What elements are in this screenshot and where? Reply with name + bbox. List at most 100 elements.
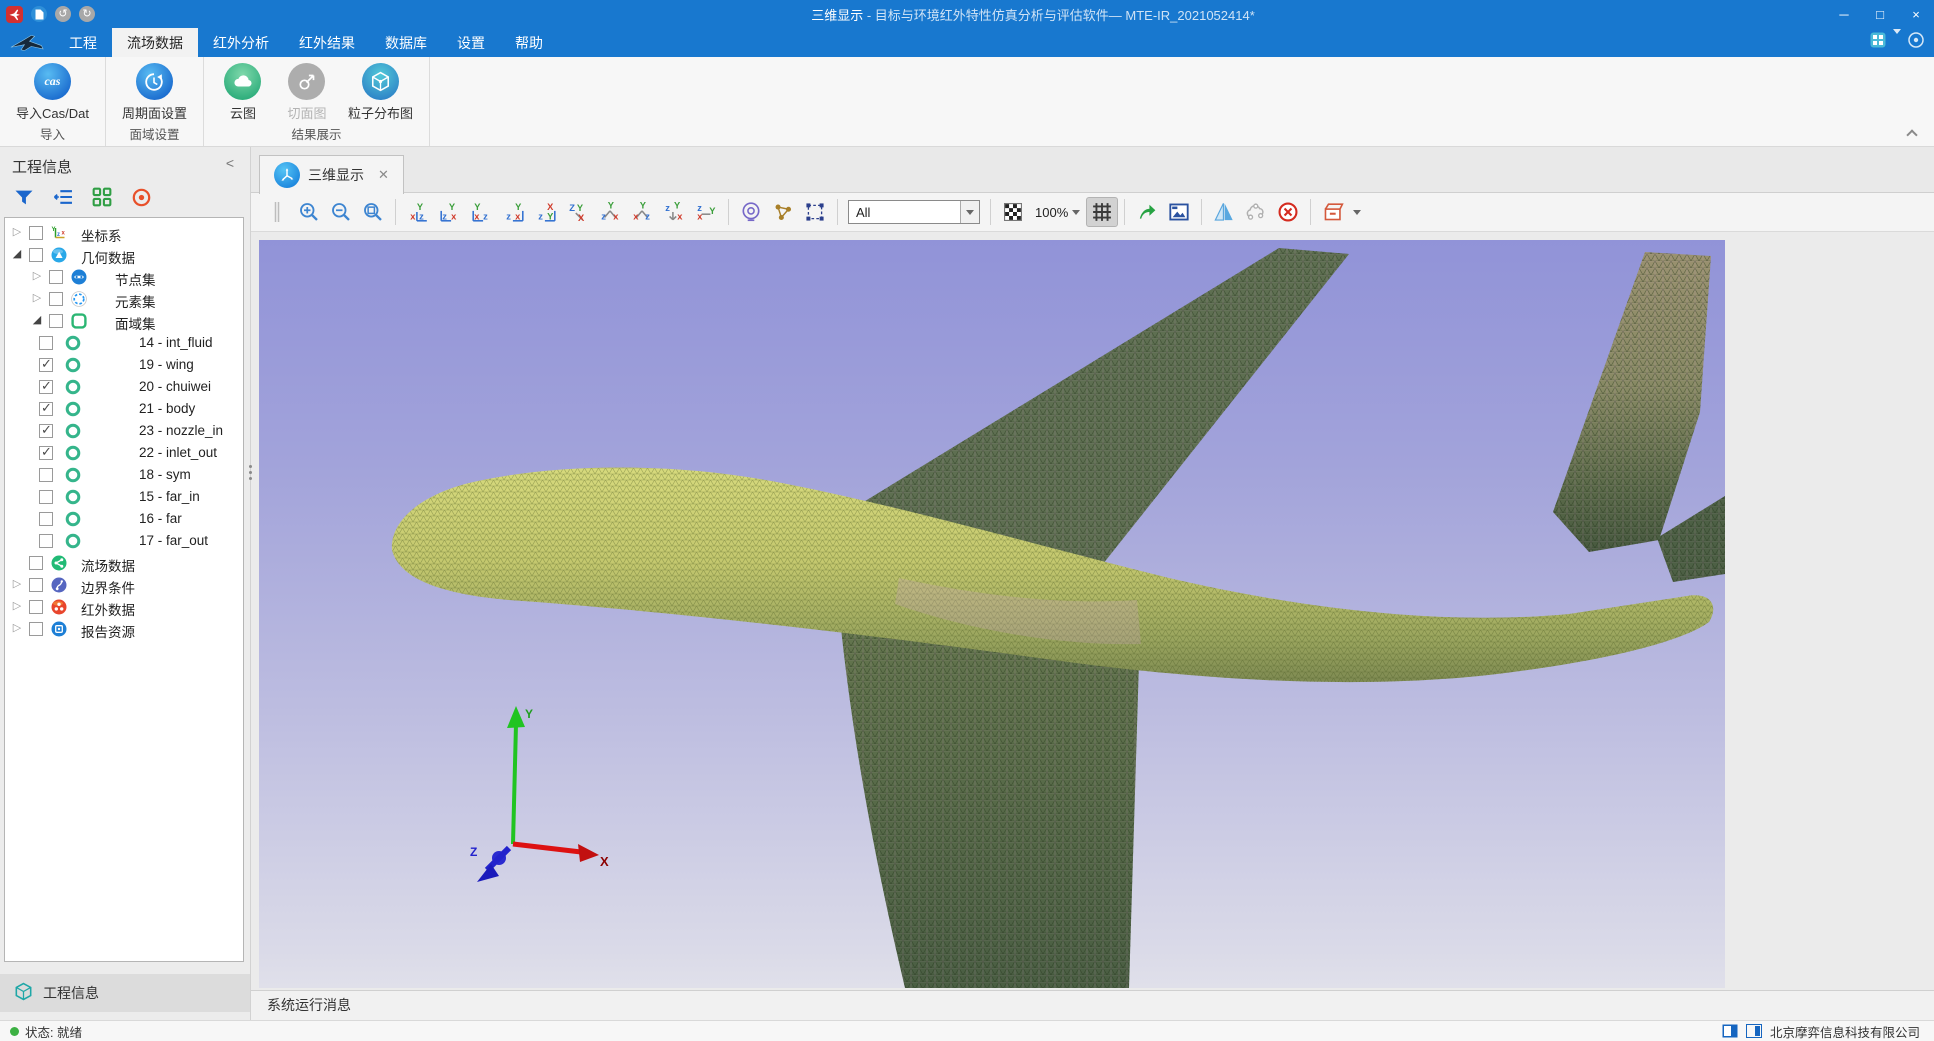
theme-grid-icon[interactable] xyxy=(1870,32,1886,53)
export-view-button[interactable] xyxy=(1131,197,1163,227)
view-front-button[interactable]: xzY xyxy=(402,197,434,227)
box-select-button[interactable] xyxy=(799,197,831,227)
tree-checkbox[interactable] xyxy=(39,336,53,350)
import-cas-dat-button[interactable]: cas导入Cas/Dat xyxy=(10,61,95,124)
layout-split-icon[interactable] xyxy=(1722,1024,1738,1038)
new-document-icon[interactable] xyxy=(31,6,47,22)
tree-checkbox[interactable]: ✓ xyxy=(39,358,53,372)
tree-item-geometry-data[interactable]: ◢几何数据 xyxy=(5,244,243,266)
view-iso-2-button[interactable]: Yxz xyxy=(626,197,658,227)
tree-item-sym[interactable]: 18 - sym xyxy=(5,464,243,486)
view-top-button[interactable]: zYX xyxy=(530,197,562,227)
close-button[interactable]: × xyxy=(1898,0,1934,28)
minimize-button[interactable]: ─ xyxy=(1826,0,1862,28)
ribbon-collapse-button[interactable] xyxy=(1906,128,1918,140)
tree-checkbox[interactable]: ✓ xyxy=(39,424,53,438)
tree-expander-icon[interactable]: ◢ xyxy=(31,313,43,326)
tree-checkbox[interactable] xyxy=(29,578,43,592)
tab-3d-view[interactable]: 三维显示 ✕ xyxy=(259,155,404,194)
tree-item-wing[interactable]: ✓19 - wing xyxy=(5,354,243,376)
locate-target-button[interactable] xyxy=(129,186,153,208)
help-circle-icon[interactable] xyxy=(1908,32,1924,53)
tree-expander-icon[interactable]: ▷ xyxy=(11,225,23,238)
zoom-level-dropdown[interactable]: 100% xyxy=(1029,205,1086,220)
snapshot-button[interactable] xyxy=(1163,197,1195,227)
view-iso-1-button[interactable]: Yzx xyxy=(594,197,626,227)
tree-checkbox[interactable]: ✓ xyxy=(39,380,53,394)
tree-item-far-in[interactable]: 15 - far_in xyxy=(5,486,243,508)
viewport-3d[interactable]: Y X Z xyxy=(259,240,1725,988)
tree-checkbox[interactable] xyxy=(29,226,43,240)
redo-icon[interactable]: ↻ xyxy=(79,6,95,22)
tree-item-int-fluid[interactable]: 14 - int_fluid xyxy=(5,332,243,354)
layout-grid-button[interactable] xyxy=(90,186,114,208)
tree-item-chuiwei[interactable]: ✓20 - chuiwei xyxy=(5,376,243,398)
menu-item-数据库[interactable]: 数据库 xyxy=(370,28,442,57)
tree-item-face-set[interactable]: ◢面域集 xyxy=(5,310,243,332)
tree-checkbox[interactable] xyxy=(29,622,43,636)
tree-expander-icon[interactable]: ▷ xyxy=(11,577,23,590)
contour-plot-button[interactable]: 云图 xyxy=(214,61,272,124)
menu-item-流场数据[interactable]: 流场数据 xyxy=(112,28,198,57)
tree-expander-icon[interactable]: ▷ xyxy=(31,269,43,282)
view-left-button[interactable]: xzY xyxy=(466,197,498,227)
view-right-button[interactable]: zxY xyxy=(498,197,530,227)
outline-list-button[interactable] xyxy=(51,186,75,208)
tree-item-inlet-out[interactable]: ✓22 - inlet_out xyxy=(5,442,243,464)
menu-item-帮助[interactable]: 帮助 xyxy=(500,28,558,57)
tree-item-nozzle-in[interactable]: ✓23 - nozzle_in xyxy=(5,420,243,442)
view-iso-4-button[interactable]: zxY xyxy=(690,197,722,227)
periodic-face-settings-button[interactable]: 周期面设置 xyxy=(116,61,193,124)
undo-icon[interactable]: ↺ xyxy=(55,6,71,22)
menu-item-工程[interactable]: 工程 xyxy=(54,28,112,57)
layout-full-icon[interactable] xyxy=(1746,1024,1762,1038)
particle-distribution-plot-button[interactable]: 粒子分布图 xyxy=(342,61,419,124)
tree-checkbox[interactable] xyxy=(49,314,63,328)
tree-checkbox[interactable] xyxy=(39,468,53,482)
filter-button[interactable] xyxy=(12,186,36,208)
app-logo-icon[interactable] xyxy=(6,6,23,23)
tree-checkbox[interactable] xyxy=(29,600,43,614)
tree-expander-icon[interactable]: ▷ xyxy=(31,291,43,304)
mirror-button[interactable] xyxy=(1208,197,1240,227)
menu-item-设置[interactable]: 设置 xyxy=(442,28,500,57)
tree-expander-icon[interactable]: ▷ xyxy=(11,621,23,634)
section-plot-button[interactable]: 切面图 xyxy=(278,61,336,124)
panel-splitter-grip[interactable] xyxy=(249,465,253,480)
maximize-button[interactable]: □ xyxy=(1862,0,1898,28)
surface-filter-combo[interactable]: All xyxy=(848,200,980,224)
zoom-out-button[interactable] xyxy=(325,197,357,227)
view-bottom-button[interactable]: ZYX xyxy=(562,197,594,227)
combo-dropdown-button[interactable] xyxy=(960,201,979,223)
mesh-toggle-button[interactable] xyxy=(1086,197,1118,227)
tree-checkbox[interactable] xyxy=(39,534,53,548)
menu-item-红外分析[interactable]: 红外分析 xyxy=(198,28,284,57)
tree-item-infrared-data[interactable]: ▷红外数据 xyxy=(5,596,243,618)
zoom-in-button[interactable] xyxy=(293,197,325,227)
tree-item-flow-field-data[interactable]: 流场数据 xyxy=(5,552,243,574)
tree-item-element-set[interactable]: ▷元素集 xyxy=(5,288,243,310)
tree-checkbox[interactable] xyxy=(49,292,63,306)
zoom-fit-button[interactable] xyxy=(357,197,389,227)
panel-collapse-icon[interactable]: < xyxy=(226,155,234,171)
package-dropdown-button[interactable] xyxy=(1317,197,1361,227)
tab-close-icon[interactable]: ✕ xyxy=(378,167,389,183)
panel-footer-bar[interactable]: 工程信息 xyxy=(0,974,250,1012)
tree-item-body[interactable]: ✓21 - body xyxy=(5,398,243,420)
tree-item-node-set[interactable]: ▷节点集 xyxy=(5,266,243,288)
tree-item-far-out[interactable]: 17 - far_out xyxy=(5,530,243,552)
transparency-checker-button[interactable] xyxy=(997,197,1029,227)
perspective-camera-button[interactable] xyxy=(735,197,767,227)
tree-expander-icon[interactable]: ◢ xyxy=(11,247,23,260)
tree-item-coordinate-system[interactable]: ▷Yzx坐标系 xyxy=(5,222,243,244)
tree-item-report-resources[interactable]: ▷报告资源 xyxy=(5,618,243,640)
tree-checkbox[interactable] xyxy=(39,490,53,504)
tree-checkbox[interactable]: ✓ xyxy=(39,402,53,416)
menu-item-红外结果[interactable]: 红外结果 xyxy=(284,28,370,57)
particle-nodes-button[interactable] xyxy=(767,197,799,227)
caret-down-icon[interactable] xyxy=(1893,34,1901,52)
tree-expander-icon[interactable]: ▷ xyxy=(11,599,23,612)
view-back-button[interactable]: zxY xyxy=(434,197,466,227)
tree-checkbox[interactable] xyxy=(29,556,43,570)
tree-checkbox[interactable] xyxy=(39,512,53,526)
